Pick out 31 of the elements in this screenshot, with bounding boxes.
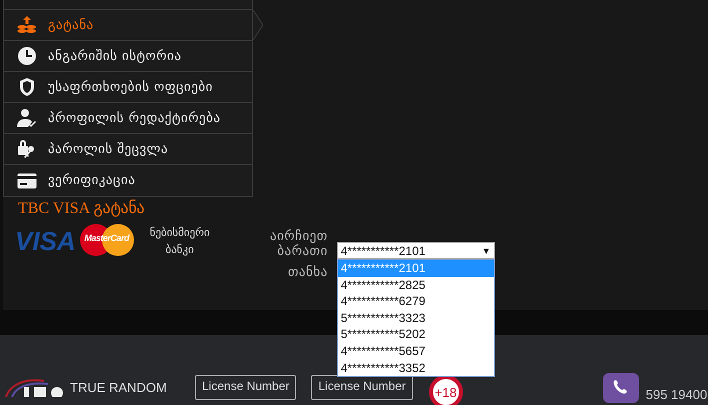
phone-chat-icon[interactable] [602,373,639,403]
menu-item[interactable]: პროფილის რედაქტირება [4,103,252,134]
dropdown-option[interactable]: 4***********3352 [338,360,494,376]
menu-item[interactable]: ანგარიშის ისტორია [4,41,252,72]
dropdown-option[interactable]: 4***********5657 [338,342,494,360]
dropdown-arrow: ▼ [482,246,491,256]
shield-icon [18,77,36,97]
menu-item[interactable]: ვერიფიკაცია [4,165,252,196]
history-icon [17,46,37,66]
visa-logo: VISA [15,226,76,257]
menu-item[interactable]: პაროლის შეცვლა [4,134,252,165]
section-title: TBC VISA გატანა [17,198,146,218]
lock-key-icon [17,139,37,159]
menu-item[interactable]: უსაფრთხოების ოფციები [4,72,252,103]
license-badge[interactable]: License Number [311,375,413,400]
age-badge: +18 [428,375,463,405]
license-badge[interactable]: License Number [195,375,296,400]
dropdown-option[interactable]: 4***********6279 [338,293,494,310]
bank-note: ნებისმიერი ბანკი [148,225,211,258]
credit-card-icon [17,172,37,188]
dropdown-option[interactable]: 4***********2825 [338,276,494,294]
phone-number: 595 19400 [646,387,708,402]
card-label: აირჩიეთ ბარათი [268,229,328,259]
menu-item[interactable]: გატანა [4,10,252,41]
user-edit-icon [17,108,37,128]
coins-icon [17,16,37,34]
amount-label: თანხა [286,265,328,280]
card-select[interactable]: 4***********2101 ▼ [336,242,495,259]
brand-name: TRUE RANDOM [70,380,168,395]
dropdown-option[interactable]: 5***********3323 [338,310,494,326]
dropdown-option[interactable]: 5***********5202 [338,326,494,343]
